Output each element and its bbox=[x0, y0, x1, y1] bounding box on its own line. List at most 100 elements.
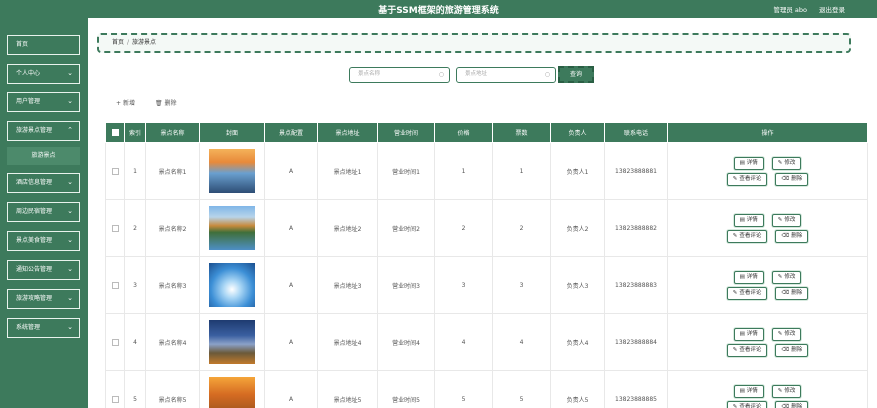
sidebar-item-system-management[interactable]: 系统管理 ⌄ bbox=[7, 318, 80, 338]
search-icon: ○ bbox=[544, 71, 550, 78]
chevron-down-icon: ⌄ bbox=[67, 294, 73, 302]
detail-button[interactable]: ▤ 详情 bbox=[733, 270, 764, 284]
cell-ops: ▤ 详情 ✎ 修改 ✎ 查看评论 ⌫ 删除 bbox=[667, 370, 868, 408]
doc-icon: ▤ bbox=[739, 216, 745, 223]
cell-config: A bbox=[264, 199, 318, 257]
detail-button[interactable]: ▤ 详情 bbox=[733, 156, 764, 170]
scenic-name-search-input[interactable]: 景点名称 ○ bbox=[349, 67, 450, 83]
batch-delete-button[interactable]: 🗑 删除 bbox=[155, 98, 177, 107]
delete-button[interactable]: ⌫ 删除 bbox=[775, 286, 809, 300]
sidebar-item-notice-management[interactable]: 通知公告管理 ⌄ bbox=[7, 260, 80, 280]
table-row: 1 景点名称1 A 景点地址1 营业时间1 1 1 负责人1 13823888881 ▤ 详情 ✎ 修改… bbox=[105, 142, 868, 200]
column-header: 负责人 bbox=[550, 122, 605, 143]
table-header-row: 索引 景点名称 封面 景点配置 景点地址 营业时间 价格 票数 负责人 联系电话… bbox=[105, 122, 868, 143]
add-button[interactable]: + 新增 bbox=[116, 98, 135, 107]
sidebar-item-home[interactable]: 首页 bbox=[7, 35, 80, 55]
current-user: 管理员 abo bbox=[773, 6, 807, 14]
cell-ops: ▤ 详情 ✎ 修改 ✎ 查看评论 ⌫ 删除 bbox=[667, 142, 868, 200]
cell-hours: 营业时间5 bbox=[377, 370, 435, 408]
sidebar-item-food-management[interactable]: 景点美食管理 ⌄ bbox=[7, 231, 80, 251]
column-header: 景点地址 bbox=[317, 122, 378, 143]
cell-address: 景点地址2 bbox=[317, 199, 378, 257]
chevron-down-icon: ⌄ bbox=[67, 207, 73, 215]
search-button[interactable]: 查询 bbox=[558, 66, 594, 83]
edit-button[interactable]: ✎ 修改 bbox=[771, 213, 802, 227]
cell-owner: 负责人4 bbox=[550, 313, 605, 371]
edit-button[interactable]: ✎ 修改 bbox=[771, 156, 802, 170]
row-checkbox[interactable] bbox=[105, 142, 125, 200]
view-comments-button[interactable]: ✎ 查看评论 bbox=[726, 229, 768, 243]
trash-icon: ⌫ bbox=[781, 403, 790, 408]
column-header: 操作 bbox=[667, 122, 868, 143]
scenic-address-search-input[interactable]: 景点地址 ○ bbox=[456, 67, 556, 83]
doc-icon: ▤ bbox=[739, 273, 745, 280]
cell-name: 景点名称5 bbox=[145, 370, 200, 408]
cell-hours: 营业时间2 bbox=[377, 199, 435, 257]
pencil-icon: ✎ bbox=[732, 403, 738, 408]
sidebar-item-personal-center[interactable]: 个人中心 ⌄ bbox=[7, 64, 80, 84]
delete-button[interactable]: ⌫ 删除 bbox=[775, 343, 809, 357]
sidebar-item-scenic-management[interactable]: 旅游景点管理 ⌃ bbox=[7, 121, 80, 141]
column-header: 景点名称 bbox=[145, 122, 200, 143]
cell-address: 景点地址3 bbox=[317, 256, 378, 314]
cover-image bbox=[209, 263, 255, 307]
table-row: 2 景点名称2 A 景点地址2 营业时间2 2 2 负责人2 13823888882 ▤ 详情 ✎ 修改… bbox=[105, 199, 868, 257]
delete-button[interactable]: ⌫ 删除 bbox=[775, 229, 809, 243]
cell-ops: ▤ 详情 ✎ 修改 ✎ 查看评论 ⌫ 删除 bbox=[667, 313, 868, 371]
row-checkbox[interactable] bbox=[105, 370, 125, 408]
chevron-up-icon: ⌃ bbox=[67, 126, 73, 134]
cell-config: A bbox=[264, 370, 318, 408]
cell-index: 5 bbox=[124, 370, 146, 408]
view-comments-button[interactable]: ✎ 查看评论 bbox=[726, 172, 768, 186]
plus-icon: + bbox=[116, 100, 123, 107]
cell-price: 4 bbox=[434, 313, 493, 371]
detail-button[interactable]: ▤ 详情 bbox=[733, 384, 764, 398]
sidebar-item-user-management[interactable]: 用户管理 ⌄ bbox=[7, 92, 80, 112]
row-checkbox[interactable] bbox=[105, 199, 125, 257]
edit-button[interactable]: ✎ 修改 bbox=[771, 327, 802, 341]
table-row: 4 景点名称4 A 景点地址4 营业时间4 4 4 负责人4 13823888884 ▤ 详情 ✎ 修改… bbox=[105, 313, 868, 371]
sidebar-item-homestay-management[interactable]: 周边民宿管理 ⌄ bbox=[7, 202, 80, 222]
column-header: 索引 bbox=[124, 122, 146, 143]
cell-cover bbox=[199, 370, 265, 408]
chevron-down-icon: ⌄ bbox=[67, 69, 73, 77]
cell-phone: 13823888884 bbox=[604, 313, 668, 371]
view-comments-button[interactable]: ✎ 查看评论 bbox=[726, 286, 768, 300]
sidebar-item-guide-management[interactable]: 旅游攻略管理 ⌄ bbox=[7, 289, 80, 309]
main-content: 首页 / 旅游景点 景点名称 ○ 景点地址 ○ 查询 + 新增 🗑 删除 索引 景点… bbox=[88, 18, 877, 408]
column-header: 景点配置 bbox=[264, 122, 318, 143]
chevron-down-icon: ⌄ bbox=[67, 265, 73, 273]
view-comments-button[interactable]: ✎ 查看评论 bbox=[726, 343, 768, 357]
cell-phone: 13823888883 bbox=[604, 256, 668, 314]
sidebar-item-hotel-management[interactable]: 酒店信息管理 ⌄ bbox=[7, 173, 80, 193]
column-header: 票数 bbox=[492, 122, 551, 143]
row-checkbox[interactable] bbox=[105, 313, 125, 371]
logout-link[interactable]: 退出登录 bbox=[819, 4, 845, 14]
edit-button[interactable]: ✎ 修改 bbox=[771, 384, 802, 398]
pencil-icon: ✎ bbox=[732, 289, 738, 296]
delete-button[interactable]: ⌫ 删除 bbox=[775, 172, 809, 186]
select-all-checkbox[interactable] bbox=[105, 122, 125, 143]
detail-button[interactable]: ▤ 详情 bbox=[733, 213, 764, 227]
edit-button[interactable]: ✎ 修改 bbox=[771, 270, 802, 284]
cell-config: A bbox=[264, 313, 318, 371]
cover-image bbox=[209, 320, 255, 364]
doc-icon: ▤ bbox=[739, 387, 745, 394]
chevron-down-icon: ⌄ bbox=[67, 97, 73, 105]
cell-hours: 营业时间3 bbox=[377, 256, 435, 314]
doc-icon: ▤ bbox=[739, 330, 745, 337]
view-comments-button[interactable]: ✎ 查看评论 bbox=[726, 400, 768, 408]
chevron-down-icon: ⌄ bbox=[67, 236, 73, 244]
cell-owner: 负责人1 bbox=[550, 142, 605, 200]
column-header: 联系电话 bbox=[604, 122, 668, 143]
pencil-icon: ✎ bbox=[732, 175, 738, 182]
breadcrumb-home[interactable]: 首页 bbox=[112, 39, 124, 46]
table-row: 5 景点名称5 A 景点地址5 营业时间5 5 5 负责人5 13823888885 ▤ 详情 ✎ 修改… bbox=[105, 370, 868, 408]
cell-price: 5 bbox=[434, 370, 493, 408]
row-checkbox[interactable] bbox=[105, 256, 125, 314]
cell-owner: 负责人2 bbox=[550, 199, 605, 257]
detail-button[interactable]: ▤ 详情 bbox=[733, 327, 764, 341]
delete-button[interactable]: ⌫ 删除 bbox=[775, 400, 809, 408]
chevron-down-icon: ⌄ bbox=[67, 178, 73, 186]
sidebar-subitem-scenic[interactable]: 旅游景点 bbox=[7, 147, 80, 165]
